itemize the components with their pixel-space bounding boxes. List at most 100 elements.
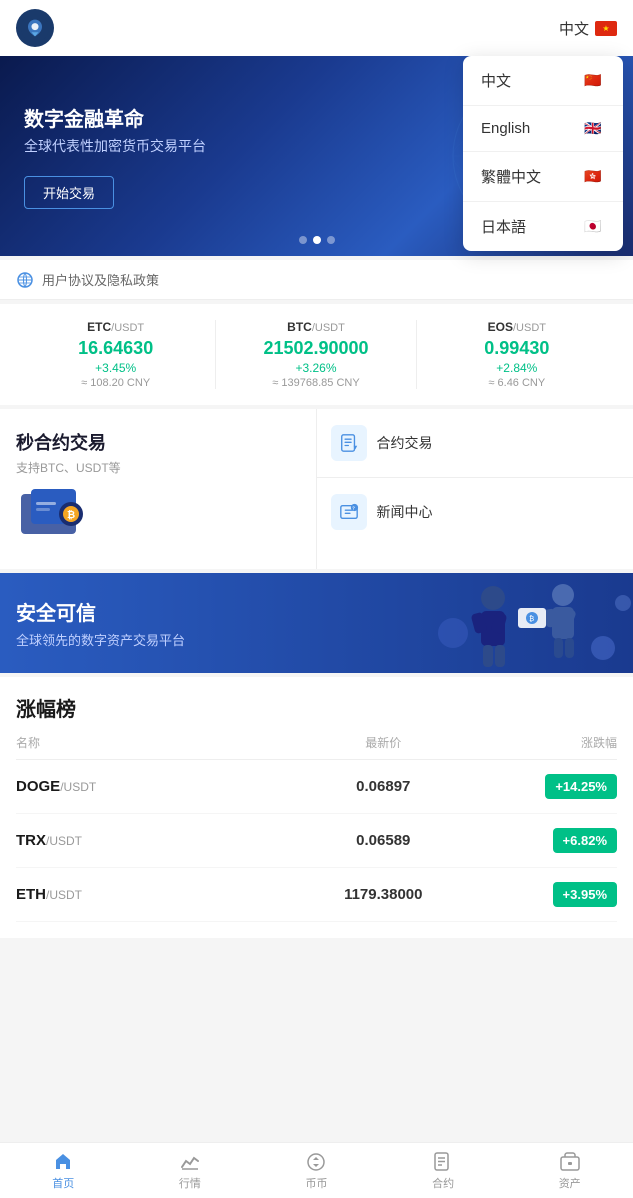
price-etc-value: 16.64630 <box>24 338 207 359</box>
nav-market[interactable]: 行情 <box>127 1143 254 1198</box>
price-btc-cny: ≈ 139768.85 CNY <box>224 377 407 389</box>
flag-uk-icon: 🇬🇧 <box>581 121 605 137</box>
svg-text:₿: ₿ <box>67 509 75 521</box>
trust-banner-text: 安全可信 全球领先的数字资产交易平台 <box>16 597 185 649</box>
flag-jp-icon: 🇯🇵 <box>581 219 605 235</box>
current-language-label: 中文 <box>559 18 589 39</box>
news-icon: ? <box>331 494 367 530</box>
trust-banner: 安全可信 全球领先的数字资产交易平台 ₿ <box>0 573 633 673</box>
svg-text:?: ? <box>352 506 355 511</box>
doge-change-badge: +14.25% <box>545 774 617 799</box>
gainers-section: 涨幅榜 名称 最新价 涨跌幅 DOGE/USDT 0.06897 +14.25%… <box>0 677 633 938</box>
table-row[interactable]: TRX/USDT 0.06589 +6.82% <box>16 814 617 868</box>
price-item-eos[interactable]: EOS/USDT 0.99430 +2.84% ≈ 6.46 CNY <box>417 320 617 389</box>
coin-name-eth: ETH/USDT <box>16 886 283 904</box>
nav-home-label: 首页 <box>52 1175 74 1191</box>
nav-home[interactable]: 首页 <box>0 1143 127 1198</box>
price-etc-change: +3.45% <box>24 361 207 375</box>
language-selector[interactable]: 中文 ★ <box>559 18 617 39</box>
col-name: 名称 <box>16 734 283 751</box>
price-etc-cny: ≈ 108.20 CNY <box>24 377 207 389</box>
banner-content: 数字金融革命 全球代表性加密货币交易平台 开始交易 <box>24 103 206 209</box>
price-eos-cny: ≈ 6.46 CNY <box>425 377 609 389</box>
globe-icon <box>16 271 34 289</box>
contract-trading-label: 合约交易 <box>377 433 433 453</box>
flag-cn-icon: 🇨🇳 <box>581 73 605 89</box>
price-btc-value: 21502.90000 <box>224 338 407 359</box>
lang-option-english[interactable]: English 🇬🇧 <box>463 106 623 152</box>
gainers-title: 涨幅榜 <box>16 693 617 722</box>
doge-price: 0.06897 <box>283 778 483 795</box>
wallet-illustration: ₿ <box>16 484 96 544</box>
feature-right-panel: 合约交易 ? 新闻中心 <box>317 409 633 569</box>
doge-change-container: +14.25% <box>483 774 617 799</box>
eth-change-container: +3.95% <box>483 882 617 907</box>
contract-icon <box>331 425 367 461</box>
eth-price: 1179.38000 <box>283 886 483 903</box>
notice-bar[interactable]: 用户协议及隐私政策 <box>0 260 633 300</box>
home-icon <box>52 1151 74 1173</box>
app-logo[interactable] <box>16 9 54 47</box>
language-dropdown: 中文 🇨🇳 English 🇬🇧 繁體中文 🇭🇰 日本語 🇯🇵 <box>463 56 623 251</box>
lang-option-chinese[interactable]: 中文 🇨🇳 <box>463 56 623 106</box>
price-eos-change: +2.84% <box>425 361 609 375</box>
flash-contract-subtitle: 支持BTC、USDT等 <box>16 459 300 476</box>
svg-text:₿: ₿ <box>529 615 534 623</box>
trust-title: 安全可信 <box>16 597 185 626</box>
flash-contract-title: 秒合约交易 <box>16 429 300 455</box>
bottom-navigation: 首页 行情 币币 合约 资产 <box>0 1142 633 1198</box>
nav-contract[interactable]: 合约 <box>380 1143 507 1198</box>
nav-contract-label: 合约 <box>432 1175 454 1191</box>
trx-change-container: +6.82% <box>483 828 617 853</box>
market-icon <box>179 1151 201 1173</box>
pair-etc: ETC/USDT <box>24 320 207 334</box>
assets-icon <box>559 1151 581 1173</box>
lang-option-traditional-chinese[interactable]: 繁體中文 🇭🇰 <box>463 152 623 202</box>
coin-name-doge: DOGE/USDT <box>16 778 283 796</box>
price-eos-value: 0.99430 <box>425 338 609 359</box>
features-section: 秒合约交易 支持BTC、USDT等 ₿ <box>0 409 633 569</box>
col-price: 最新价 <box>283 734 483 751</box>
people-illustration: ₿ <box>423 573 633 673</box>
coin-name-trx: TRX/USDT <box>16 832 283 850</box>
pair-eos: EOS/USDT <box>425 320 609 334</box>
current-flag-icon: ★ <box>595 21 617 36</box>
lang-option-japanese[interactable]: 日本語 🇯🇵 <box>463 202 623 251</box>
banner-dot-2[interactable] <box>313 236 321 244</box>
lang-japanese-label: 日本語 <box>481 216 526 237</box>
nav-market-label: 行情 <box>179 1175 201 1191</box>
lang-chinese-label: 中文 <box>481 70 511 91</box>
nav-assets[interactable]: 资产 <box>506 1143 633 1198</box>
start-trading-button[interactable]: 开始交易 <box>24 176 114 209</box>
price-item-btc[interactable]: BTC/USDT 21502.90000 +3.26% ≈ 139768.85 … <box>216 320 416 389</box>
contract-trading-link[interactable]: 合约交易 <box>317 409 633 478</box>
banner-dot-3[interactable] <box>327 236 335 244</box>
trx-price: 0.06589 <box>283 832 483 849</box>
news-center-link[interactable]: ? 新闻中心 <box>317 478 633 546</box>
nav-trade[interactable]: 币币 <box>253 1143 380 1198</box>
table-row[interactable]: DOGE/USDT 0.06897 +14.25% <box>16 760 617 814</box>
news-center-label: 新闻中心 <box>377 502 433 522</box>
lang-english-label: English <box>481 120 530 137</box>
nav-trade-label: 币币 <box>305 1175 327 1191</box>
col-change: 涨跌幅 <box>483 734 617 751</box>
table-header: 名称 最新价 涨跌幅 <box>16 734 617 760</box>
nav-assets-label: 资产 <box>559 1175 581 1191</box>
notice-text: 用户协议及隐私政策 <box>42 270 159 289</box>
pair-btc: BTC/USDT <box>224 320 407 334</box>
price-item-etc[interactable]: ETC/USDT 16.64630 +3.45% ≈ 108.20 CNY <box>16 320 216 389</box>
banner-subheadline: 全球代表性加密货币交易平台 <box>24 136 206 156</box>
flag-hk-icon: 🇭🇰 <box>581 169 605 185</box>
price-btc-change: +3.26% <box>224 361 407 375</box>
eth-change-badge: +3.95% <box>553 882 617 907</box>
banner-dots <box>299 236 335 244</box>
app-header: 中文 ★ <box>0 0 633 56</box>
table-row[interactable]: ETH/USDT 1179.38000 +3.95% <box>16 868 617 922</box>
banner-headline: 数字金融革命 <box>24 103 206 132</box>
lang-traditional-label: 繁體中文 <box>481 166 541 187</box>
banner-dot-1[interactable] <box>299 236 307 244</box>
flash-contract-feature: 秒合约交易 支持BTC、USDT等 ₿ <box>0 409 317 569</box>
contract-nav-icon <box>432 1151 454 1173</box>
trade-icon <box>305 1151 327 1173</box>
price-ticker: ETC/USDT 16.64630 +3.45% ≈ 108.20 CNY BT… <box>0 304 633 405</box>
